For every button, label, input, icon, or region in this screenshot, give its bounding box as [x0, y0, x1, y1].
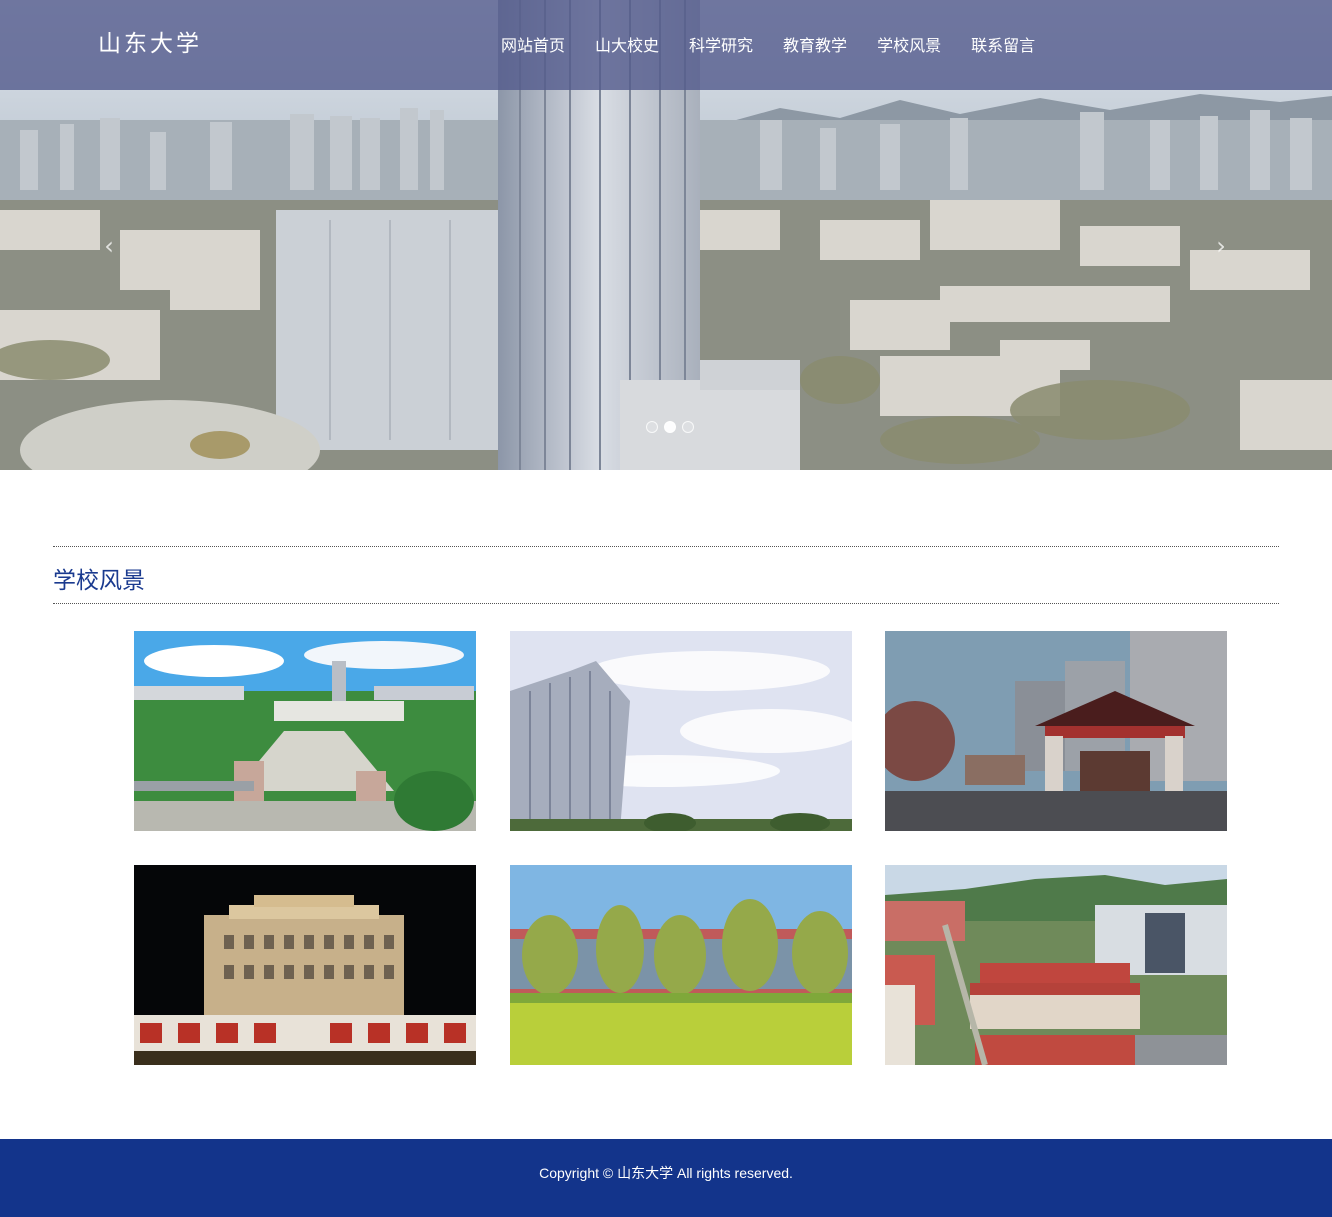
slide-dot-1[interactable]: [646, 421, 658, 433]
copyright-text: Copyright © 山东大学 All rights reserved.: [539, 1165, 793, 1181]
header-bar: 山东大学 网站首页 山大校史 科学研究 教育教学 学校风景 联系留言: [0, 0, 1332, 90]
slide-dot-3[interactable]: [682, 421, 694, 433]
nav-item-contact[interactable]: 联系留言: [956, 34, 1050, 58]
photo-library-at-night[interactable]: [134, 865, 476, 1065]
site-logo[interactable]: 山东大学: [98, 24, 202, 58]
photo-campus-aerial-gate[interactable]: [134, 631, 476, 831]
slide-indicators: [646, 421, 694, 433]
photo-traditional-gate-dusk[interactable]: [885, 631, 1227, 831]
nav-item-scenery[interactable]: 学校风景: [862, 34, 956, 58]
section-divider-bottom: [53, 603, 1279, 604]
nav-item-home[interactable]: 网站首页: [486, 34, 580, 58]
photo-lawn-and-trees[interactable]: [510, 865, 852, 1065]
main-nav: 网站首页 山大校史 科学研究 教育教学 学校风景 联系留言: [486, 34, 1050, 58]
section-title: 学校风景: [53, 567, 145, 593]
nav-item-education[interactable]: 教育教学: [768, 34, 862, 58]
hero-banner: 山东大学 网站首页 山大校史 科学研究 教育教学 学校风景 联系留言 ‹ ›: [0, 0, 1332, 470]
chevron-left-icon[interactable]: ‹: [96, 233, 122, 259]
nav-item-history[interactable]: 山大校史: [580, 34, 674, 58]
photo-tower-against-sky[interactable]: [510, 631, 852, 831]
site-footer: Copyright © 山东大学 All rights reserved.: [0, 1139, 1332, 1217]
section-divider-top: [53, 546, 1279, 547]
chevron-right-icon[interactable]: ›: [1208, 233, 1234, 259]
slide-dot-2[interactable]: [664, 421, 676, 433]
nav-item-research[interactable]: 科学研究: [674, 34, 768, 58]
photo-campus-aerial-red-roofs[interactable]: [885, 865, 1227, 1065]
